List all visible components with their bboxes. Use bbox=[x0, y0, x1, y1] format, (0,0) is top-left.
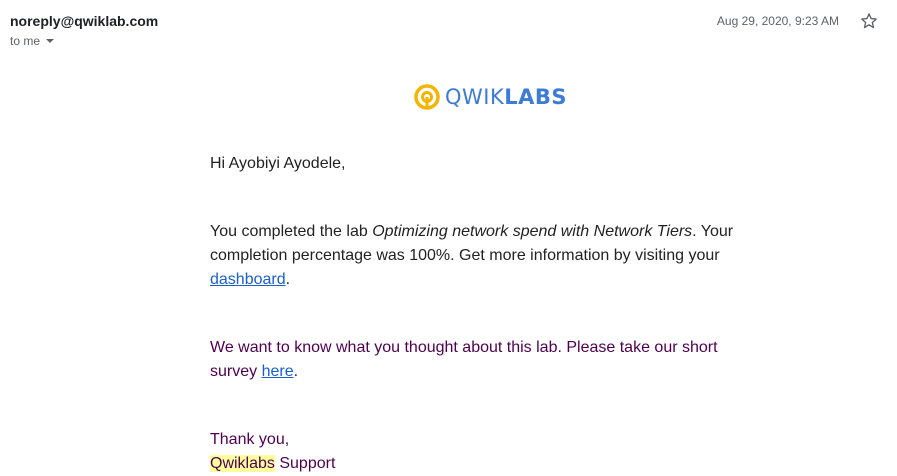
dashboard-link[interactable]: dashboard bbox=[210, 271, 286, 288]
email-timestamp: Aug 29, 2020, 9:23 AM bbox=[716, 14, 839, 28]
recipient-details-toggle[interactable]: to me bbox=[10, 34, 55, 48]
lab-name: Optimizing network spend with Network Ti… bbox=[372, 223, 693, 240]
logo-text-light: QWIK bbox=[445, 85, 505, 109]
completion-paragraph: You completed the lab Optimizing network… bbox=[210, 220, 740, 292]
star-icon[interactable] bbox=[859, 11, 879, 31]
chevron-down-icon[interactable] bbox=[46, 39, 55, 43]
closing-thanks: Thank you, bbox=[210, 431, 290, 448]
survey-paragraph: We want to know what you thought about t… bbox=[210, 336, 740, 384]
completion-text-end: . bbox=[285, 271, 291, 288]
logo-text-bold: LABS bbox=[504, 85, 568, 109]
logo-wordmark: QWIKLABS bbox=[445, 85, 567, 109]
completion-text-prefix: You completed the lab bbox=[210, 223, 373, 240]
email-header: noreply@qwiklab.com to me Aug 29, 2020, … bbox=[0, 0, 897, 60]
sender-address[interactable]: noreply@qwiklab.com bbox=[10, 13, 158, 29]
qwiklabs-logo: QWIKLABS bbox=[413, 83, 567, 111]
greeting: Hi Ayobiyi Ayodele, bbox=[210, 155, 346, 172]
signature-rest: Support bbox=[274, 455, 336, 472]
email-body: Hi Ayobiyi Ayodele, You completed the la… bbox=[210, 152, 740, 476]
survey-link[interactable]: here bbox=[262, 363, 294, 380]
qwiklabs-logo-icon bbox=[414, 84, 440, 110]
signature-highlight: Qwiklabs bbox=[210, 455, 275, 472]
survey-text-end: . bbox=[293, 363, 299, 380]
signature: Qwiklabs Support bbox=[210, 452, 740, 476]
recipient-label: to me bbox=[10, 34, 41, 48]
